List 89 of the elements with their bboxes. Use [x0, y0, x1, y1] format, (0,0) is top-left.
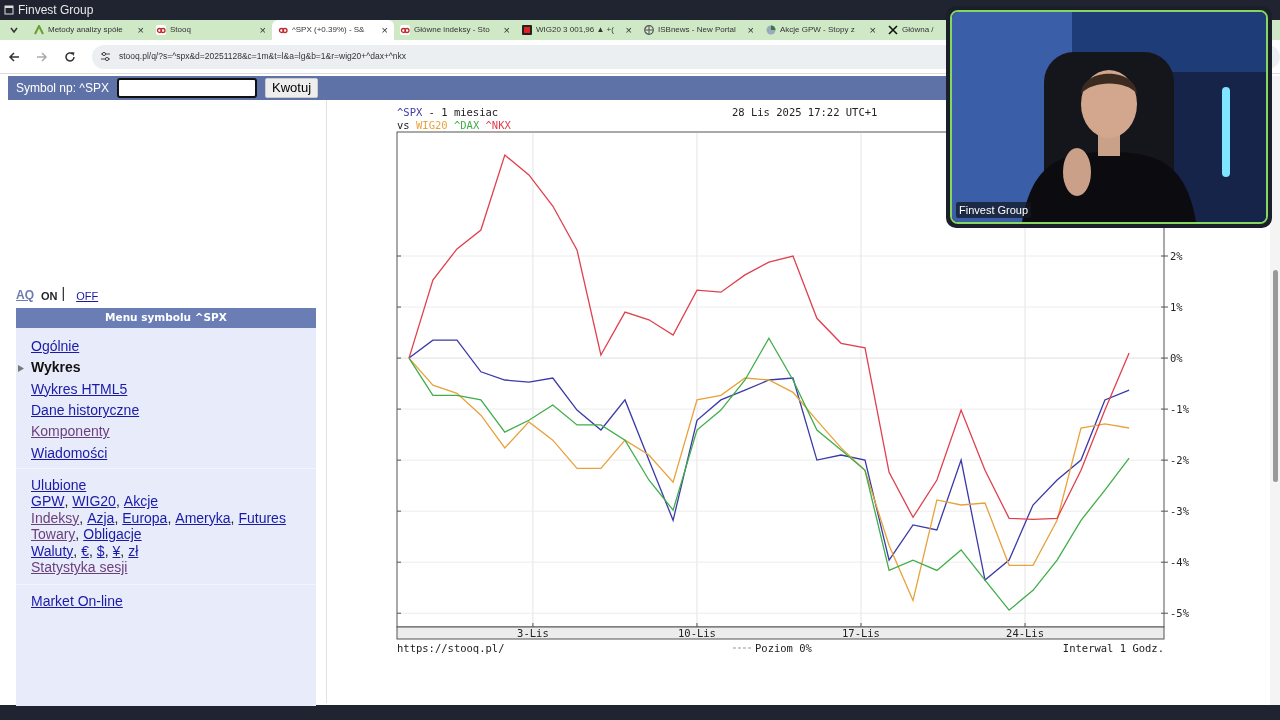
nav-link[interactable]: $: [96, 542, 105, 560]
interval-text: Interwal 1 Godz.: [1062, 642, 1164, 654]
nav-link[interactable]: Statystyka sesji: [31, 559, 128, 576]
nav-link[interactable]: Waluty: [31, 542, 74, 560]
globe-icon: [644, 25, 654, 35]
close-button[interactable]: ×: [137, 24, 144, 36]
close-button[interactable]: ×: [259, 24, 266, 36]
site-icon: [400, 25, 410, 35]
axis-label: 17-Lis: [842, 627, 880, 639]
site-settings-icon[interactable]: [100, 51, 111, 62]
axis-label: 3-Lis: [517, 627, 549, 639]
nav-link[interactable]: Market On-line: [31, 592, 123, 610]
close-button[interactable]: ×: [503, 24, 510, 36]
comma-text: ,: [167, 509, 172, 527]
aq-label: AQ: [16, 287, 34, 304]
comma-text: ,: [104, 542, 109, 560]
browser-tab[interactable]: Stooq ×: [150, 20, 272, 40]
source-text: https://stooq.pl/: [397, 642, 505, 654]
axis-label: -1%: [1170, 403, 1189, 416]
comma-text: ,: [64, 493, 69, 510]
back-icon[interactable]: [8, 50, 20, 63]
comma-text: ,: [230, 509, 235, 527]
scrollbar[interactable]: [1270, 76, 1280, 705]
nav-link[interactable]: Akcje: [123, 493, 159, 510]
axis-label: 1%: [1170, 301, 1183, 314]
axis-label: -4%: [1170, 556, 1189, 569]
pie-icon: [766, 25, 776, 35]
comma-text: ,: [114, 509, 119, 527]
toggle-option[interactable]: OFF: [76, 287, 99, 304]
comma-text: ,: [115, 493, 120, 510]
chart-legend: vs WIG20 ^DAX ^NKX: [397, 119, 511, 131]
menu-link[interactable]: Ogólnie: [31, 336, 80, 358]
browser-tab[interactable]: Metody analizy spółe ×: [28, 20, 150, 40]
axis-label: 24-Lis: [1006, 627, 1044, 639]
nav-link[interactable]: Indeksy: [31, 509, 80, 527]
reload-icon[interactable]: [64, 50, 76, 63]
browser-tab[interactable]: ISBnews - New Portal ×: [638, 20, 760, 40]
quote-button[interactable]: Kwotuj: [265, 78, 319, 98]
nav-link[interactable]: Obligacje: [83, 526, 142, 543]
browser-tab[interactable]: Akcje GPW - Stopy z ×: [760, 20, 882, 40]
nav-link[interactable]: €: [81, 542, 89, 560]
menu-link[interactable]: Wykres HTML5: [31, 378, 128, 400]
chevron-down-icon[interactable]: [9, 25, 19, 35]
menu-link[interactable]: Wykres: [31, 357, 81, 379]
comma-text: ,: [75, 526, 80, 543]
window-icon: [4, 5, 14, 15]
comma-text: ,: [120, 542, 125, 560]
axis-label: 10-Lis: [678, 627, 716, 639]
close-button[interactable]: ×: [625, 24, 632, 36]
nav-link[interactable]: WIG20: [72, 493, 116, 510]
browser-tab[interactable]: ^SPX (+0.39%) - S& ×: [272, 20, 394, 40]
x-logo-icon: [888, 25, 898, 35]
menu-title: Menu symbolu ^SPX: [16, 308, 316, 328]
window-title: Finvest Group: [18, 2, 94, 19]
nav-link[interactable]: Ameryka: [175, 509, 231, 527]
axis-label: 2%: [1170, 250, 1183, 262]
logo-icon: [34, 25, 44, 35]
close-button[interactable]: ×: [747, 24, 754, 36]
axis-label: -5%: [1170, 607, 1189, 620]
site-icon: [522, 25, 532, 35]
comma-text: ,: [88, 542, 93, 560]
legend-label: Poziom 0%: [755, 642, 812, 654]
site-icon: [278, 25, 288, 35]
comma-text: ,: [73, 542, 78, 560]
comma-text: ,: [79, 509, 84, 527]
nav-link[interactable]: Ulubione: [31, 476, 87, 494]
timestamp-text: 28 Lis 2025 17:22 UTC+1: [732, 106, 878, 118]
scrollbar-thumb[interactable]: [1273, 270, 1278, 482]
symbol-input[interactable]: [117, 78, 257, 98]
axis-label: -2%: [1170, 454, 1189, 467]
browser-tab[interactable]: Główne indeksy - Sto ×: [394, 20, 516, 40]
close-button[interactable]: ×: [869, 24, 876, 36]
browser-tab[interactable]: WIG20 3 001,96 ▲ +( ×: [516, 20, 638, 40]
nav-link[interactable]: zł: [128, 542, 139, 560]
site-icon: [156, 25, 166, 35]
nav-link[interactable]: GPW: [31, 493, 65, 510]
nav-link[interactable]: Futures: [238, 509, 286, 527]
browser-tab[interactable]: Główna /: [882, 20, 946, 40]
chart-title: ^SPX - 1 miesiac: [397, 106, 499, 118]
axis-label: 0%: [1170, 352, 1183, 365]
menu-link[interactable]: Komponenty: [31, 421, 110, 443]
close-button[interactable]: ×: [381, 24, 388, 36]
menu-link[interactable]: Dane historyczne: [31, 400, 140, 422]
axis-label: -3%: [1170, 505, 1189, 518]
menu-link[interactable]: Wiadomości: [31, 442, 108, 464]
separator-text: |: [61, 284, 66, 303]
field-label: Symbol np: ^SPX: [16, 80, 109, 97]
nav-link[interactable]: Towary: [31, 526, 76, 543]
toggle-option[interactable]: ON: [41, 287, 58, 304]
